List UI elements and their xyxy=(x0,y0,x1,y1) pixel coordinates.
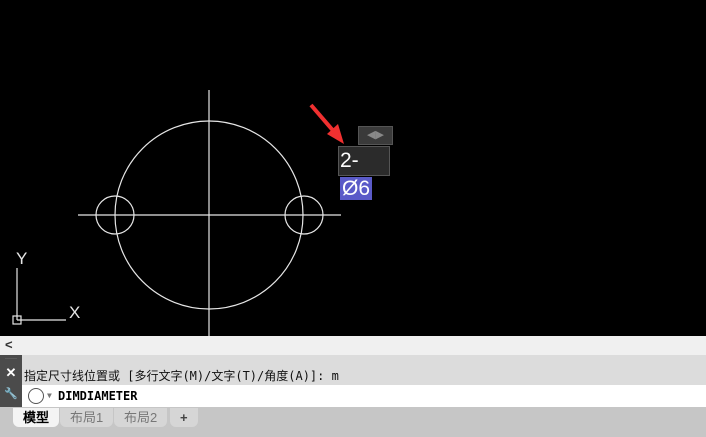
command-strip: ······ ✕ 🔧 xyxy=(0,355,22,407)
red-arrow-icon xyxy=(309,103,344,144)
text-arrows-button[interactable]: ◀▶ xyxy=(358,126,393,145)
command-input-text: DIMDIAMETER xyxy=(58,389,138,403)
chevron-down-icon[interactable]: ▼ xyxy=(47,385,52,407)
tab-layout2[interactable]: 布局2 xyxy=(114,408,168,427)
layout-tabs: 模型 布局1 布局2 + xyxy=(0,407,706,437)
add-layout-button[interactable]: + xyxy=(170,408,198,427)
dimension-selected-text[interactable]: Ø6 xyxy=(340,177,373,200)
command-history: 指定尺寸线位置或 [多行文字(M)/文字(T)/角度(A)]: m xyxy=(24,369,339,383)
grip-icon[interactable]: ······ xyxy=(0,355,22,363)
tab-layout1[interactable]: 布局1 xyxy=(60,408,114,427)
command-line: ······ ✕ 🔧 指定尺寸线位置或 [多行文字(M)/文字(T)/角度(A)… xyxy=(0,355,706,407)
wrench-icon[interactable]: 🔧 xyxy=(0,383,22,405)
horizontal-scrollbar[interactable]: < xyxy=(0,336,706,355)
tab-model[interactable]: 模型 xyxy=(13,408,60,427)
scroll-left-icon[interactable]: < xyxy=(5,337,13,352)
close-icon[interactable]: ✕ xyxy=(0,363,22,383)
drawing-canvas[interactable]: Y X ◀▶ 2-Ø6 xyxy=(0,0,706,336)
dimension-text-editor[interactable]: 2-Ø6 xyxy=(338,146,390,200)
dimension-diameter-icon[interactable] xyxy=(28,388,44,404)
command-input[interactable]: ▼ DIMDIAMETER xyxy=(22,385,706,407)
dimension-prefix: 2- xyxy=(340,149,359,172)
ucs-y-label: Y xyxy=(16,249,27,268)
ucs-x-label: X xyxy=(69,303,80,322)
